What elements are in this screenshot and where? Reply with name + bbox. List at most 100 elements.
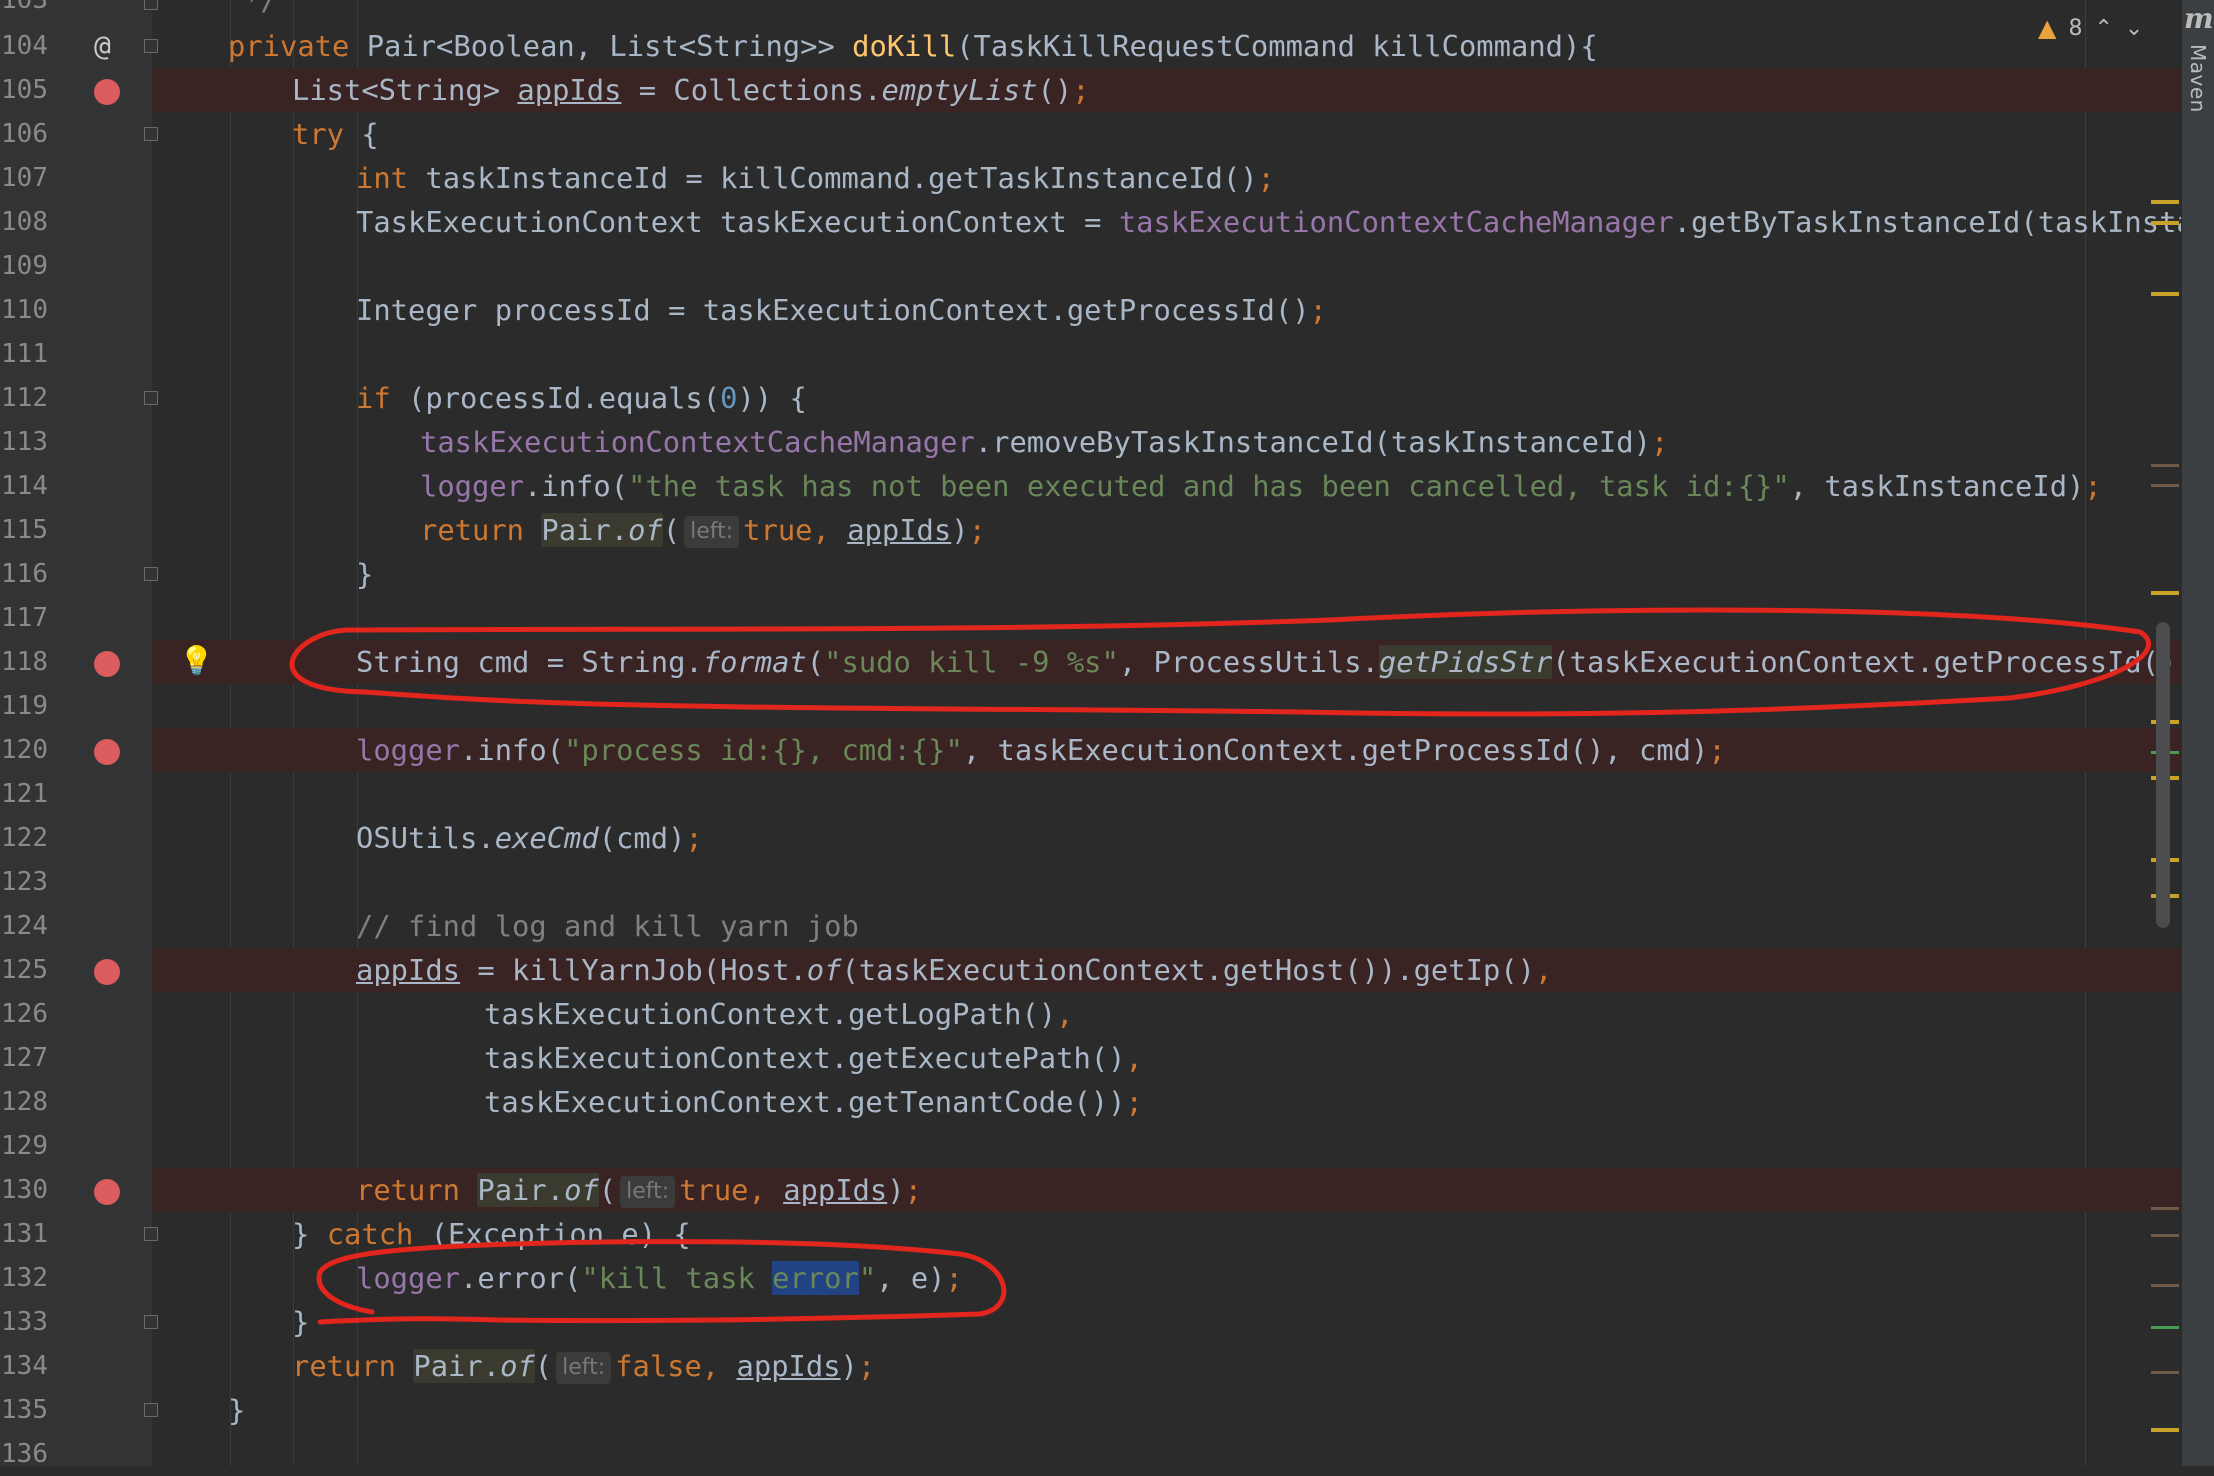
breakpoint-icon[interactable]	[94, 739, 120, 765]
fold-marker-icon[interactable]	[144, 1403, 158, 1417]
code-line: 111	[0, 332, 2181, 376]
code-line: 104 @ private Pair<Boolean, List<String>…	[0, 24, 2181, 68]
code-token: true	[679, 1173, 749, 1207]
code-token: (taskExecutionContext.getProcessId()))	[1552, 645, 2212, 679]
intention-bulb-icon[interactable]: 💡	[179, 644, 214, 678]
code-token: (	[598, 1173, 617, 1207]
code-line: 122 OSUtils.exeCmd(cmd);	[0, 816, 2181, 860]
vertical-scrollbar-thumb[interactable]	[2156, 622, 2170, 928]
line-number: 109	[1, 251, 48, 281]
warning-stripe-mark[interactable]	[2151, 292, 2179, 296]
code-token: "process id:{}, cmd:{}"	[564, 733, 963, 767]
code-token: appIds	[517, 73, 622, 107]
line-number: 121	[1, 779, 48, 809]
usage-stripe-mark[interactable]	[2151, 484, 2179, 487]
warning-stripe-mark[interactable]	[2151, 1428, 2179, 1432]
line-number: 106	[1, 119, 48, 149]
code-token: of	[806, 953, 842, 987]
fold-marker-icon[interactable]	[144, 567, 158, 581]
code-token: Pair<Boolean, List<String>>	[349, 29, 853, 63]
code-token: (taskExecutionContext.getHost()).getIp()	[841, 953, 1535, 987]
usage-stripe-mark[interactable]	[2151, 1284, 2179, 1287]
code-line: 128 taskExecutionContext.getTenantCode()…	[0, 1080, 2181, 1124]
code-token: .error(	[460, 1261, 582, 1295]
previous-highlight-icon[interactable]: ⌃	[2094, 16, 2112, 41]
line-number: 129	[1, 1131, 48, 1161]
line-number: 123	[1, 867, 48, 897]
code-token: taskExecutionContextCacheManager	[1118, 205, 1674, 239]
code-line: 121	[0, 772, 2181, 816]
info-stripe-mark[interactable]	[2151, 1326, 2179, 1329]
fold-marker-icon[interactable]	[144, 39, 158, 53]
fold-marker-icon[interactable]	[144, 1227, 158, 1241]
warning-stripe-mark[interactable]	[2151, 200, 2179, 204]
inspection-widget[interactable]: ▲ 8 ⌃ ⌄	[2038, 10, 2143, 46]
maven-icon[interactable]: m	[2184, 2, 2214, 35]
code-line: 112 if (processId.equals(0)) {	[0, 376, 2181, 420]
code-token: ;	[2084, 469, 2102, 503]
code-text: private Pair<Boolean, List<String>> doKi…	[228, 24, 1598, 68]
fold-marker-icon[interactable]	[144, 0, 158, 10]
maven-tool-window-tab[interactable]: Maven	[2186, 44, 2210, 113]
right-tool-strip	[2181, 0, 2214, 1466]
code-text: TaskExecutionContext taskExecutionContex…	[356, 200, 2214, 244]
code-token: appIds	[356, 953, 461, 987]
fold-marker-icon[interactable]	[144, 391, 158, 405]
code-token: (cmd)	[598, 821, 686, 855]
code-token: true	[743, 513, 813, 547]
line-number: 104	[1, 31, 48, 61]
code-line: 131 } catch (Exception e) {	[0, 1212, 2181, 1256]
code-editor[interactable]: 103 */ 104 @ private Pair<Boolean, List<…	[0, 0, 2214, 1469]
line-number: 134	[1, 1351, 48, 1381]
breakpoint-icon[interactable]	[94, 79, 120, 105]
code-line: 113 taskExecutionContextCacheManager.rem…	[0, 420, 2181, 464]
code-token: }	[292, 1217, 327, 1251]
code-token: Pair.of	[413, 1349, 535, 1383]
code-token: appIds	[847, 513, 952, 547]
fold-marker-icon[interactable]	[144, 127, 158, 141]
code-token: ;	[968, 513, 986, 547]
code-line: 135 }	[0, 1388, 2181, 1432]
code-token: of	[628, 513, 663, 547]
line-number: 128	[1, 1087, 48, 1117]
parameter-hint: left:	[620, 1176, 676, 1208]
warning-stripe-mark[interactable]	[2151, 221, 2179, 225]
code-token: ;	[904, 1173, 922, 1207]
fold-marker-icon[interactable]	[144, 1315, 158, 1329]
override-marker-icon[interactable]: @	[94, 28, 111, 64]
warning-icon: ▲	[2038, 14, 2057, 42]
code-token: "the task has not been executed and has …	[628, 469, 1790, 503]
line-number: 122	[1, 823, 48, 853]
line-number: 111	[1, 339, 48, 369]
usage-stripe-mark[interactable]	[2151, 1234, 2179, 1237]
code-text: taskExecutionContext.getTenantCode());	[484, 1080, 1143, 1124]
code-text: logger.info("process id:{}, cmd:{}", tas…	[356, 728, 1726, 772]
code-token: getPidsStr	[1378, 645, 1553, 679]
code-token: )	[951, 513, 969, 547]
line-number: 126	[1, 999, 48, 1029]
code-line: 118 💡 String cmd = String.format("sudo k…	[0, 640, 2214, 684]
breakpoint-icon[interactable]	[94, 959, 120, 985]
usage-stripe-mark[interactable]	[2151, 1207, 2179, 1210]
line-number: 124	[1, 911, 48, 941]
code-line: 133 }	[0, 1300, 2181, 1344]
code-token: (TaskKillRequestCommand killCommand){	[956, 29, 1598, 63]
breakpoint-icon[interactable]	[94, 651, 120, 677]
code-text: return Pair.of(left: false, appIds);	[292, 1344, 875, 1388]
usage-stripe-mark[interactable]	[2151, 464, 2179, 467]
usage-stripe-mark[interactable]	[2151, 1371, 2179, 1374]
code-token: ,	[748, 1173, 784, 1207]
code-token: ;	[945, 1261, 963, 1295]
code-token: taskExecutionContextCacheManager	[420, 425, 975, 459]
warning-stripe-mark[interactable]	[2151, 591, 2179, 595]
code-line: 126 taskExecutionContext.getLogPath(),	[0, 992, 2181, 1036]
next-highlight-icon[interactable]: ⌄	[2125, 16, 2143, 41]
code-token: String cmd = String.	[356, 645, 703, 679]
code-token: Pair.	[477, 1173, 565, 1207]
code-line: 103 */	[0, 0, 2181, 22]
code-token: (	[534, 1349, 553, 1383]
breakpoint-icon[interactable]	[94, 1179, 120, 1205]
warning-count: 8	[2068, 15, 2083, 41]
line-number: 125	[1, 955, 48, 985]
code-token: return	[420, 513, 525, 547]
